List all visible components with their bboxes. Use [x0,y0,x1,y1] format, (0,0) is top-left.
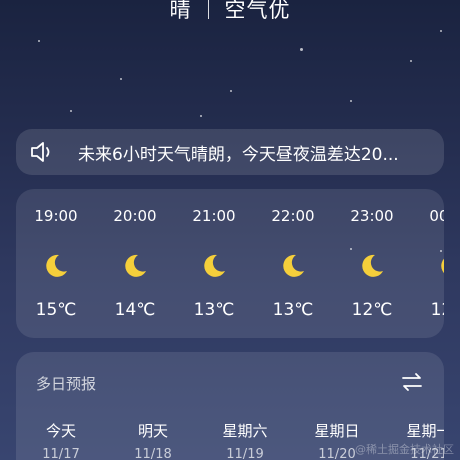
day-column[interactable]: 明天 11/18 [113,420,193,460]
day-column[interactable]: 今天 11/17 [21,420,101,460]
hour-time: 00:00 [429,207,444,225]
moon-icon [441,258,444,274]
day-column[interactable]: 星期六 11/19 [205,420,285,460]
day-name: 星期日 [314,422,360,440]
multi-day-title: 多日预报 [36,375,97,393]
hour-time: 19:00 [34,207,78,225]
weather-status: 晴 [169,0,192,22]
day-date: 11/19 [226,447,264,460]
hour-time: 22:00 [271,207,315,225]
day-name: 星期一 [406,422,444,440]
hour-time: 21:00 [192,207,236,225]
current-conditions: 晴 空气优 [0,0,460,24]
hour-temperature: 15℃ [35,300,77,320]
hour-time: 20:00 [113,207,157,225]
hour-temperature: 13℃ [272,300,314,320]
hour-temperature: 14℃ [114,300,156,320]
watermark: @稀土掘金技术社区 [355,443,454,456]
moon-icon [125,254,146,277]
alert-text: 未来6小时天气晴朗，今天昼夜温差达20... [78,144,399,165]
hour-temperature: 13℃ [193,300,235,320]
day-name: 星期六 [222,422,268,440]
hourly-forecast[interactable]: 19:00 15℃ 20:00 14℃ 21:00 13℃ 22:00 13℃ … [16,189,444,338]
speaker-icon[interactable] [30,140,56,164]
day-name: 明天 [137,422,168,440]
air-quality: 空气优 [224,0,291,22]
weather-alert-bar[interactable]: 未来6小时天气晴朗，今天昼夜温差达20... [16,129,444,175]
day-date: 11/17 [42,447,80,460]
hour-time: 23:00 [350,207,394,225]
moon-icon [46,254,67,277]
moon-icon [204,254,225,277]
moon-icon [362,254,383,277]
moon-icon [283,254,304,277]
switch-arrows-icon[interactable] [401,372,423,392]
hour-temperature: 12℃ [351,300,393,320]
status-divider [207,0,209,19]
day-name: 今天 [45,422,76,440]
day-date: 11/18 [134,447,172,460]
hour-temperature: 12℃ [430,300,444,320]
